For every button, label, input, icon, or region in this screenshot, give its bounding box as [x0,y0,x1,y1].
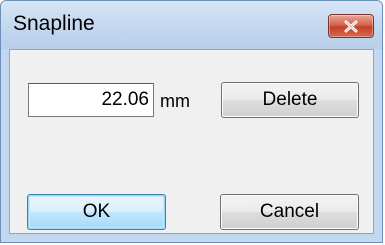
cancel-button[interactable]: Cancel [220,194,359,230]
close-icon [344,20,358,33]
cancel-button-label: Cancel [259,201,320,222]
delete-button[interactable]: Delete [221,82,359,118]
delete-button-label: Delete [262,89,318,110]
dialog-client-area: mm Delete OK Cancel [9,49,374,234]
ok-button[interactable]: OK [27,194,166,230]
snapline-dialog: Snapline mm Delete OK Cancel [0,0,383,243]
snapline-position-input[interactable] [28,83,154,117]
close-button[interactable] [328,14,374,38]
unit-label: mm [160,91,190,111]
ok-button-label: OK [82,201,111,222]
title-bar[interactable]: Snapline [1,1,382,49]
window-title: Snapline [13,12,95,35]
